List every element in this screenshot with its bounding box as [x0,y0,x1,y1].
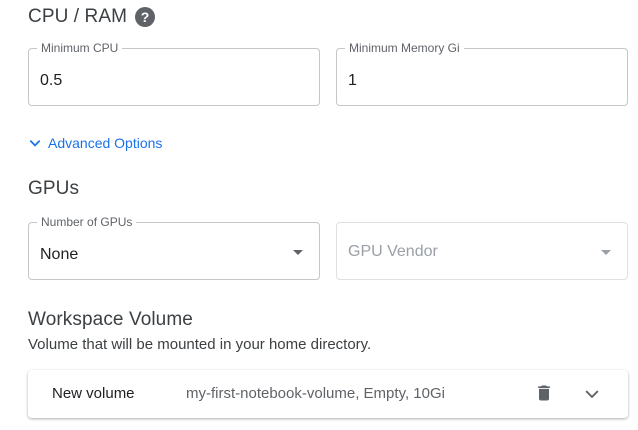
trash-icon[interactable] [534,382,554,404]
workspace-volume-title: Workspace Volume [28,309,193,330]
dropdown-arrow-icon [293,250,303,255]
gpu-vendor-select: GPU Vendor [336,222,628,280]
chevron-down-icon [29,140,41,147]
volume-description: my-first-notebook-volume, Empty, 10Gi [186,385,445,402]
gpu-vendor-placeholder: GPU Vendor [348,243,438,260]
cpu-ram-title: CPU / RAM [28,6,128,27]
help-icon[interactable]: ? [135,7,156,27]
minimum-cpu-label: Minimum CPU [37,41,123,55]
chevron-down-icon[interactable] [582,384,602,404]
dropdown-arrow-icon [601,250,611,255]
minimum-memory-label: Minimum Memory Gi [345,41,464,55]
workspace-volume-subtitle: Volume that will be mounted in your home… [28,336,372,353]
cpu-ram-header: CPU / RAM ? [28,4,156,30]
volume-type: New volume [52,385,135,402]
number-of-gpus-value: None [40,246,79,263]
advanced-options-toggle[interactable]: Advanced Options [28,135,162,151]
minimum-memory-input[interactable]: 1 [348,72,357,90]
minimum-cpu-field[interactable]: Minimum CPU 0.5 [28,41,320,106]
minimum-cpu-input[interactable]: 0.5 [40,72,62,90]
number-of-gpus-select[interactable]: Number of GPUs None [28,215,320,280]
gpus-title: GPUs [28,178,80,199]
minimum-memory-field[interactable]: Minimum Memory Gi 1 [336,41,628,106]
workspace-volume-panel[interactable]: New volume my-first-notebook-volume, Emp… [28,370,628,418]
number-of-gpus-label: Number of GPUs [37,215,137,229]
advanced-options-label: Advanced Options [48,135,163,151]
